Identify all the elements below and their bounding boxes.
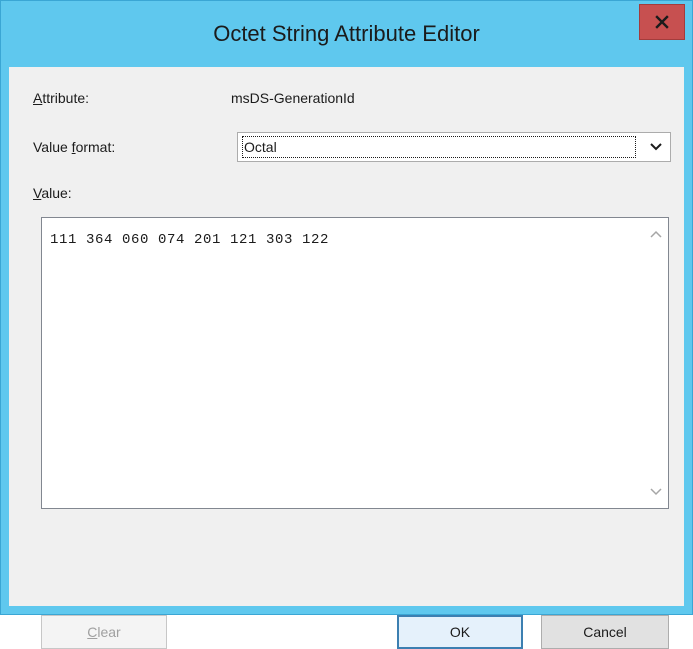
attribute-label: Attribute:: [33, 90, 90, 106]
scrollbar-track[interactable]: [644, 246, 668, 480]
value-format-label: Value format:: [33, 139, 116, 155]
close-icon: [655, 15, 669, 29]
clear-button[interactable]: Clear: [41, 615, 167, 649]
value-format-selected: Octal: [242, 136, 636, 158]
value-text: 111 364 060 074 201 121 303 122: [50, 232, 330, 248]
dialog-window: Octet String Attribute Editor Attribute:…: [0, 0, 693, 649]
dialog-body: Attribute: msDS-GenerationId Value forma…: [9, 67, 684, 649]
scroll-down-icon[interactable]: [644, 480, 668, 504]
chevron-down-icon[interactable]: [646, 138, 666, 156]
title-bar[interactable]: Octet String Attribute Editor: [1, 1, 692, 67]
dialog-title: Octet String Attribute Editor: [213, 21, 480, 46]
close-button[interactable]: [639, 4, 685, 40]
value-textarea[interactable]: 111 364 060 074 201 121 303 122: [41, 217, 669, 509]
value-format-dropdown[interactable]: Octal: [237, 132, 671, 162]
scroll-up-icon[interactable]: [644, 222, 668, 246]
value-label: Value:: [33, 185, 72, 201]
ok-button[interactable]: OK: [397, 615, 523, 649]
vertical-scrollbar[interactable]: [644, 218, 668, 508]
attribute-value: msDS-GenerationId: [231, 90, 355, 106]
cancel-button[interactable]: Cancel: [541, 615, 669, 649]
